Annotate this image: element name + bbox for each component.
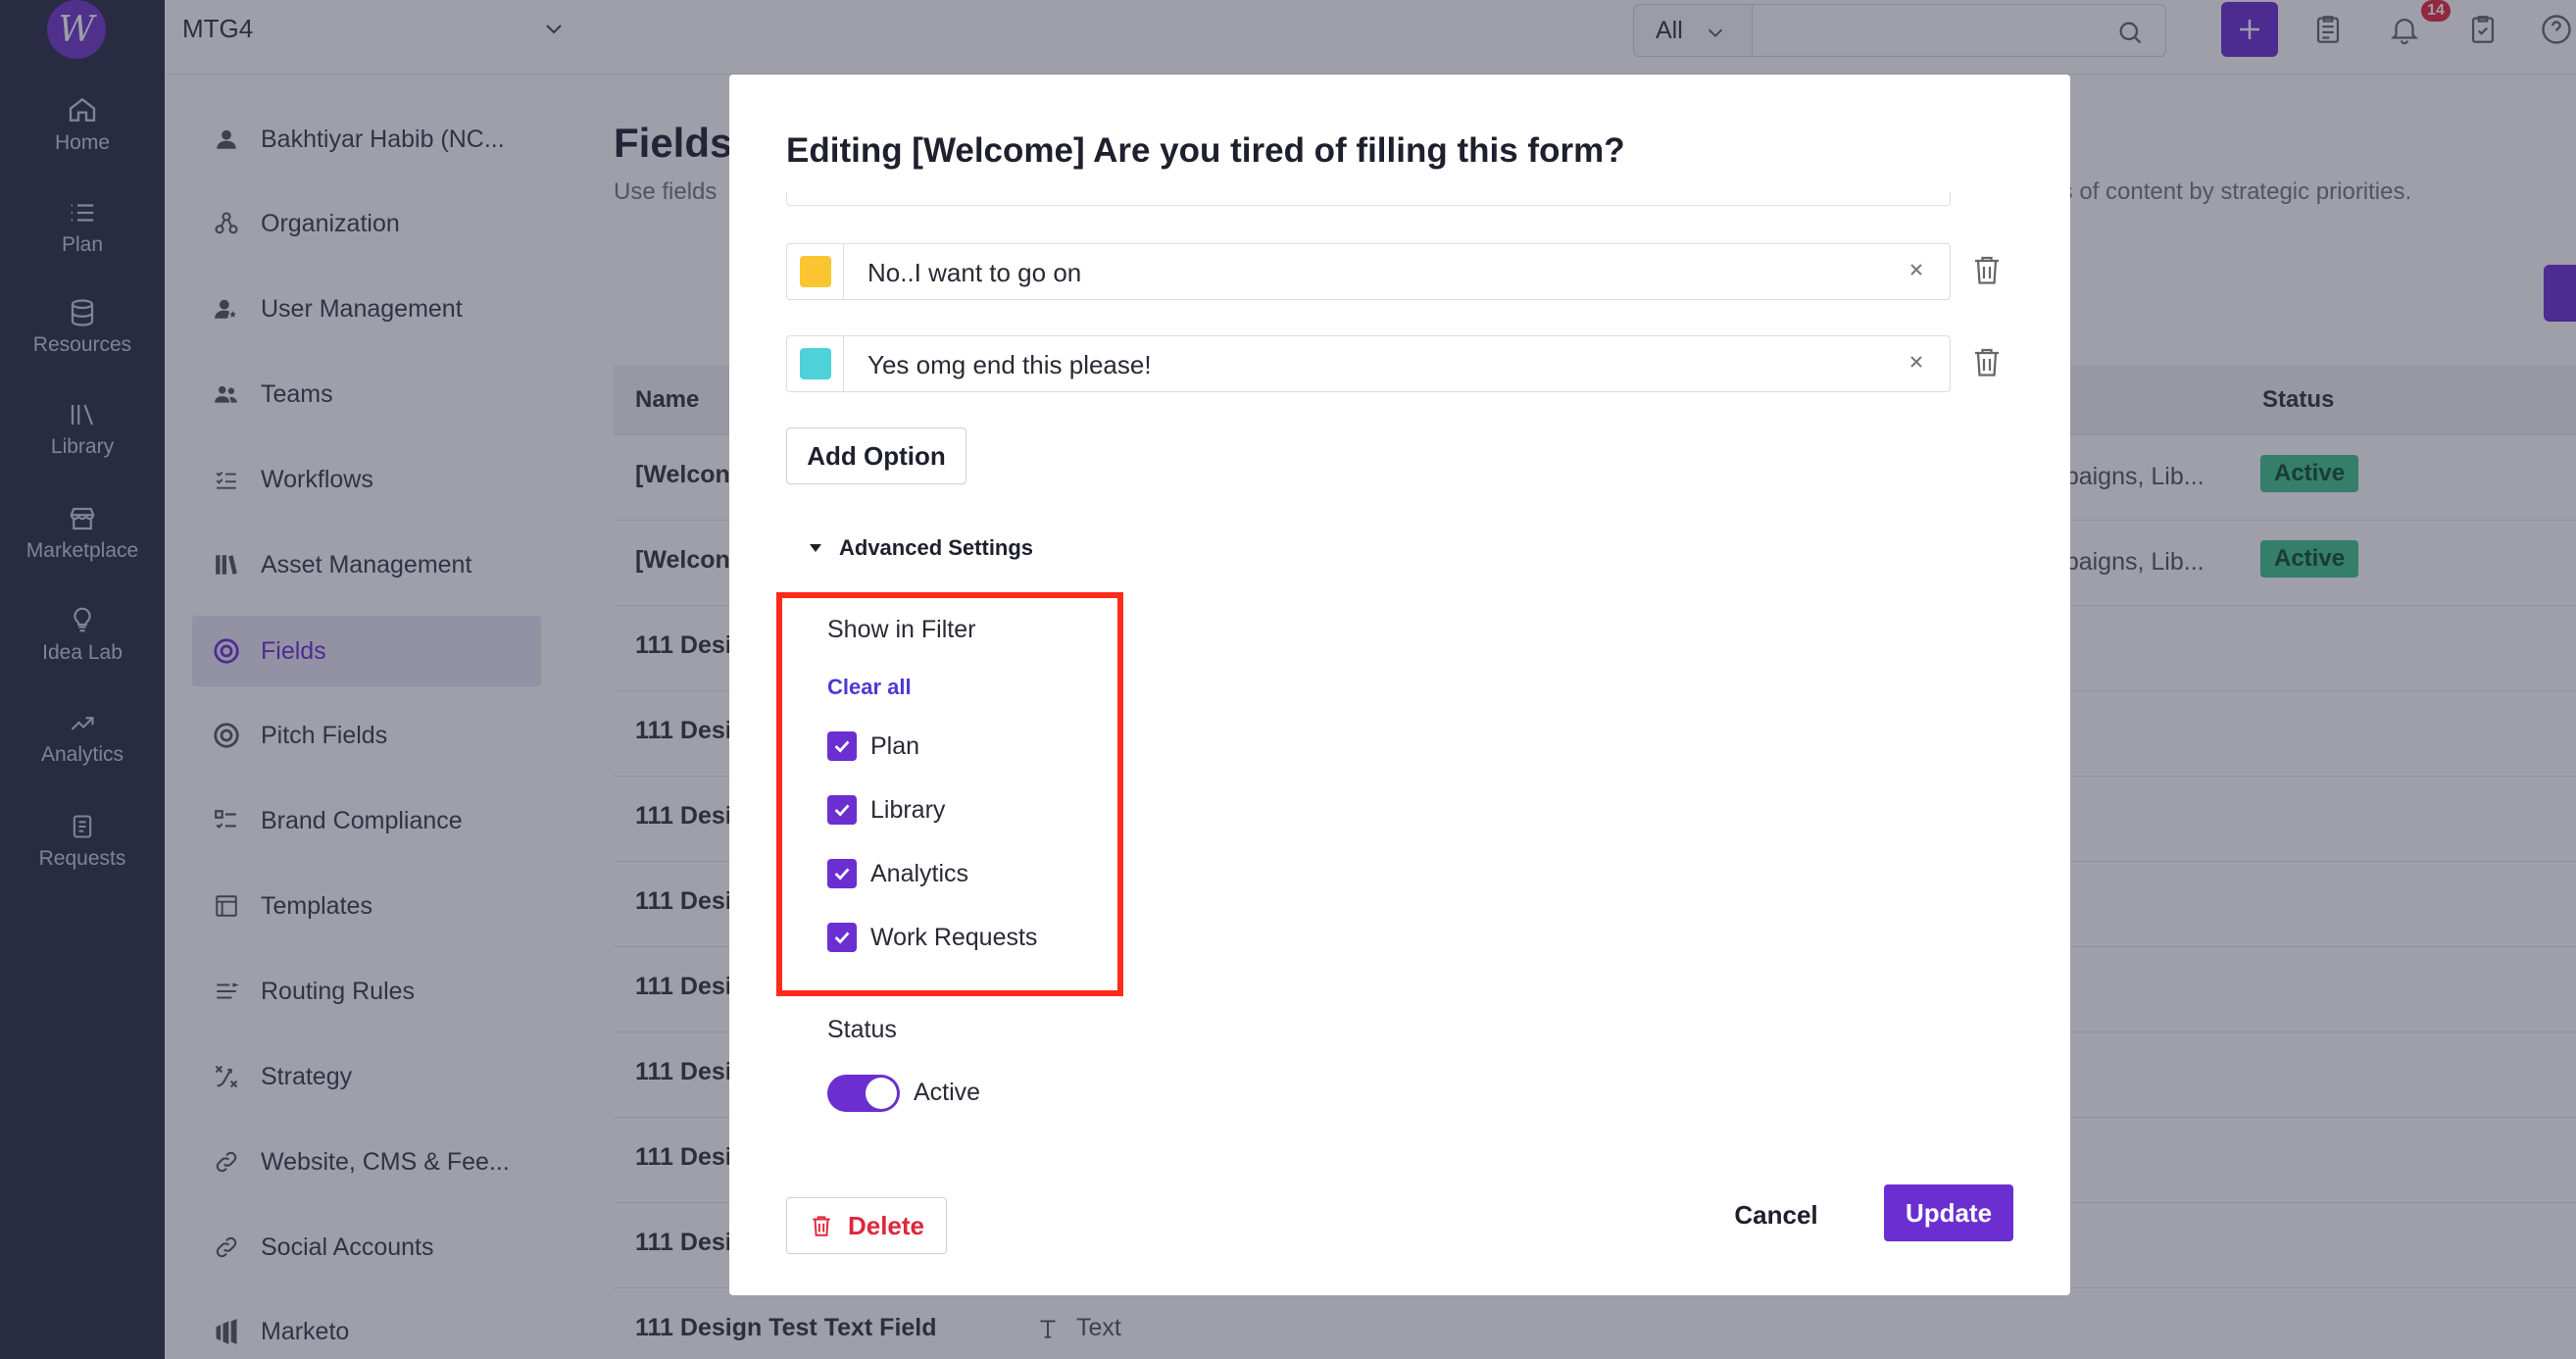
checkbox[interactable] xyxy=(827,923,857,952)
option-row: Yes omg end this please! xyxy=(786,335,1951,392)
caret-down-icon xyxy=(810,544,821,552)
filter-checkbox-work-requests[interactable]: Work Requests xyxy=(827,923,1037,952)
option-color-picker[interactable] xyxy=(787,336,844,391)
checkbox-label: Analytics xyxy=(870,859,969,887)
checkbox-label: Library xyxy=(870,795,946,824)
filter-checkbox-plan[interactable]: Plan xyxy=(827,731,919,761)
check-icon xyxy=(834,931,850,944)
advanced-settings-label: Advanced Settings xyxy=(839,535,1034,560)
trash-icon xyxy=(813,1216,830,1236)
option-row-partial xyxy=(786,192,1951,206)
status-toggle[interactable] xyxy=(827,1075,900,1112)
edit-field-modal: Editing [Welcome] Are you tired of filli… xyxy=(729,75,2070,1295)
delete-label: Delete xyxy=(847,1210,925,1240)
trash-icon[interactable] xyxy=(1969,341,2005,382)
color-swatch xyxy=(800,348,831,379)
update-button[interactable]: Update xyxy=(1884,1184,2013,1241)
close-icon[interactable] xyxy=(1905,258,1928,281)
color-swatch xyxy=(800,256,831,287)
checkbox[interactable] xyxy=(827,859,857,888)
check-icon xyxy=(834,868,850,881)
cancel-button[interactable]: Cancel xyxy=(1719,1186,1833,1243)
clear-all-link[interactable]: Clear all xyxy=(827,675,912,700)
toggle-knob xyxy=(866,1078,897,1109)
filter-checkbox-library[interactable]: Library xyxy=(827,795,945,825)
status-label: Status xyxy=(827,1016,897,1043)
close-icon[interactable] xyxy=(1905,350,1928,374)
advanced-settings-toggle[interactable]: Advanced Settings xyxy=(808,535,1033,561)
delete-button[interactable]: Delete xyxy=(786,1197,947,1254)
option-color-picker[interactable] xyxy=(787,244,844,299)
checkbox-label: Work Requests xyxy=(870,923,1038,951)
trash-icon[interactable] xyxy=(1969,249,2005,290)
show-in-filter-label: Show in Filter xyxy=(827,616,976,643)
check-icon xyxy=(834,804,850,817)
modal-title: Editing [Welcome] Are you tired of filli… xyxy=(786,131,1625,170)
add-option-button[interactable]: Add Option xyxy=(786,428,966,484)
checkbox[interactable] xyxy=(827,731,857,761)
check-icon xyxy=(834,740,850,753)
filter-checkbox-analytics[interactable]: Analytics xyxy=(827,859,968,888)
option-text-input[interactable]: No..I want to go on xyxy=(867,258,1081,288)
option-row: No..I want to go on xyxy=(786,243,1951,300)
option-text-input[interactable]: Yes omg end this please! xyxy=(867,350,1152,380)
checkbox[interactable] xyxy=(827,795,857,825)
status-toggle-label: Active xyxy=(914,1079,981,1106)
checkbox-label: Plan xyxy=(870,731,920,760)
